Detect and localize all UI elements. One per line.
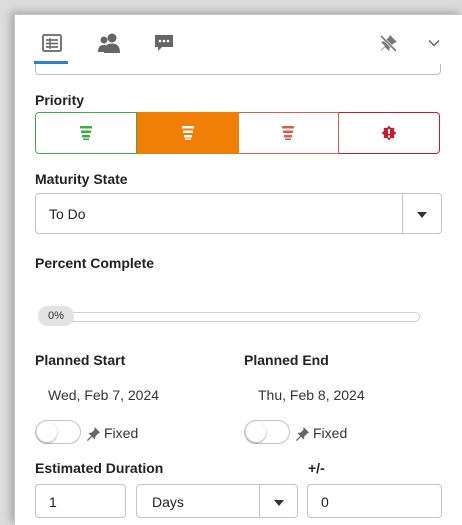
- toggle-knob: [37, 422, 57, 442]
- list-details-icon: [42, 34, 62, 52]
- plus-minus-value: 0: [321, 494, 329, 510]
- pin-off-icon: [379, 34, 398, 53]
- unpin-button[interactable]: [376, 29, 402, 57]
- caret-down-icon: [274, 500, 284, 506]
- percent-complete-label: Percent Complete: [35, 255, 155, 271]
- priority-high-button[interactable]: [238, 112, 340, 154]
- comment-icon: [155, 35, 173, 51]
- planned-end-label: Planned End: [244, 352, 329, 368]
- scrolled-input-edge: [35, 64, 441, 75]
- maturity-state-label: Maturity State: [35, 171, 128, 187]
- planned-start-label: Planned Start: [35, 352, 126, 368]
- planned-end-fixed: Fixed: [295, 425, 347, 441]
- tab-details[interactable]: [37, 29, 67, 57]
- tab-people[interactable]: [95, 29, 125, 57]
- planned-start-fixed-label: Fixed: [104, 425, 139, 441]
- priority-low-icon: [79, 126, 92, 140]
- duration-unit-value: Days: [152, 494, 184, 510]
- priority-selector: [35, 112, 440, 154]
- people-icon: [98, 33, 120, 53]
- maturity-state-select[interactable]: To Do: [35, 193, 442, 234]
- collapse-button[interactable]: [424, 29, 444, 57]
- priority-normal-button[interactable]: [136, 112, 239, 154]
- priority-normal-icon: [181, 126, 194, 140]
- plus-minus-label: +/-: [308, 460, 325, 476]
- priority-critical-icon: [381, 125, 397, 141]
- pin-icon: [86, 426, 101, 441]
- planned-end-fixed-toggle[interactable]: [244, 420, 290, 444]
- progress-track: [38, 312, 420, 322]
- select-divider: [402, 194, 403, 233]
- plus-minus-input[interactable]: 0: [307, 484, 442, 518]
- estimated-duration-input[interactable]: 1: [35, 484, 126, 518]
- chevron-down-icon: [428, 39, 440, 47]
- priority-label: Priority: [35, 92, 85, 108]
- caret-down-icon: [417, 212, 427, 218]
- priority-critical-button[interactable]: [339, 112, 440, 154]
- toggle-knob: [246, 422, 266, 442]
- percent-complete-slider[interactable]: 0%: [38, 306, 420, 326]
- priority-low-button[interactable]: [35, 112, 137, 154]
- planned-end-fixed-label: Fixed: [313, 425, 348, 441]
- priority-high-icon: [282, 126, 295, 140]
- task-details-panel: Priority Maturity State To Do Percent Co…: [14, 14, 462, 525]
- select-divider: [259, 485, 260, 517]
- planned-end-value[interactable]: Thu, Feb 8, 2024: [258, 387, 365, 403]
- planned-start-fixed: Fixed: [86, 425, 138, 441]
- planned-start-fixed-toggle[interactable]: [35, 420, 81, 444]
- pin-icon: [295, 426, 310, 441]
- planned-start-value[interactable]: Wed, Feb 7, 2024: [48, 387, 159, 403]
- tab-comments[interactable]: [149, 29, 179, 57]
- percent-complete-badge[interactable]: 0%: [38, 306, 74, 326]
- estimated-duration-value: 1: [49, 494, 57, 510]
- tab-bar: [15, 15, 462, 65]
- maturity-state-value: To Do: [49, 206, 86, 222]
- duration-unit-select[interactable]: Days: [136, 484, 298, 518]
- estimated-duration-label: Estimated Duration: [35, 460, 164, 476]
